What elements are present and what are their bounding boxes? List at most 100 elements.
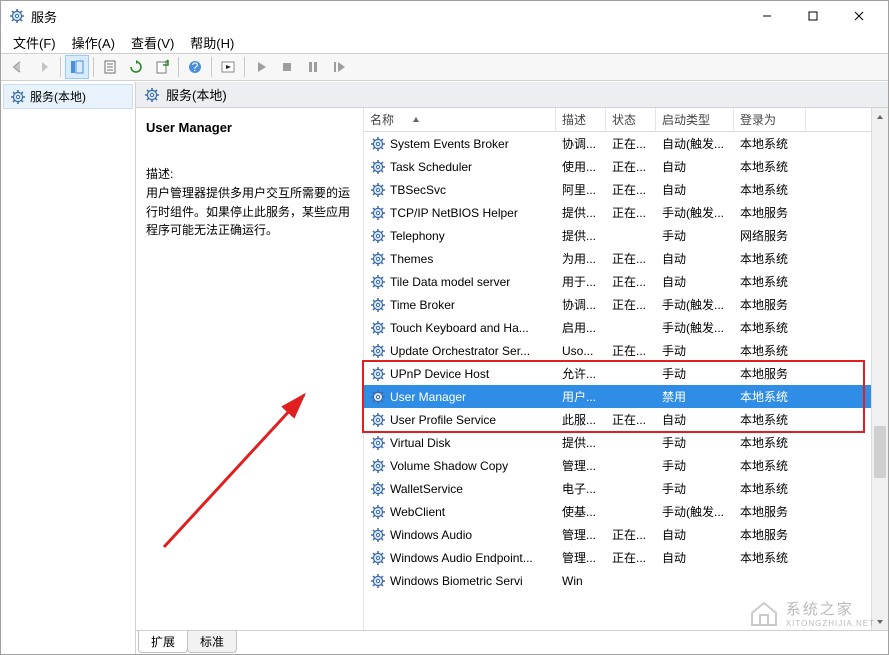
toolbar-separator xyxy=(244,57,245,77)
close-button[interactable] xyxy=(836,2,882,30)
service-status-text: 正在... xyxy=(606,158,656,175)
service-name-text: Volume Shadow Copy xyxy=(390,459,508,473)
scroll-up-button[interactable] xyxy=(872,108,888,125)
scrollbar-thumb[interactable] xyxy=(874,426,886,478)
menu-help[interactable]: 帮助(H) xyxy=(182,31,242,54)
service-startup-text: 禁用 xyxy=(656,388,734,405)
column-name[interactable]: 名称 xyxy=(364,108,556,131)
gear-icon xyxy=(370,527,386,543)
toolbar-separator xyxy=(178,57,179,77)
pause-button[interactable] xyxy=(301,55,325,79)
title-bar: 服务 xyxy=(1,1,888,31)
gear-icon xyxy=(370,297,386,313)
column-status[interactable]: 状态 xyxy=(606,108,656,131)
gear-icon xyxy=(370,182,386,198)
start-service-button[interactable] xyxy=(216,55,240,79)
service-logon-text: 本地系统 xyxy=(734,273,806,290)
service-startup-text: 自动 xyxy=(656,273,734,290)
service-name-text: TBSecSvc xyxy=(390,183,446,197)
menu-action[interactable]: 操作(A) xyxy=(64,31,123,54)
service-logon-text: 本地服务 xyxy=(734,204,806,221)
service-logon-text: 本地系统 xyxy=(734,319,806,336)
service-row[interactable]: UPnP Device Host允许...手动本地服务 xyxy=(364,362,871,385)
gear-icon xyxy=(370,159,386,175)
service-row[interactable]: Touch Keyboard and Ha...启用...手动(触发...本地系… xyxy=(364,316,871,339)
menu-file[interactable]: 文件(F) xyxy=(5,31,64,54)
list-pane-header: 服务(本地) xyxy=(136,82,888,108)
service-row[interactable]: Windows Audio Endpoint...管理...正在...自动本地系… xyxy=(364,546,871,569)
service-desc-text: 提供... xyxy=(556,204,606,221)
watermark: 系统之家 XITONGZHIJIA.NET xyxy=(748,597,875,629)
service-desc-text: 管理... xyxy=(556,457,606,474)
service-startup-text: 手动(触发... xyxy=(656,204,734,221)
service-row[interactable]: User Manager用户...禁用本地系统 xyxy=(364,385,871,408)
service-row[interactable]: System Events Broker协调...正在...自动(触发...本地… xyxy=(364,132,871,155)
service-row[interactable]: Time Broker协调...正在...手动(触发...本地服务 xyxy=(364,293,871,316)
gear-icon xyxy=(10,89,26,105)
list-pane-title: 服务(本地) xyxy=(166,85,227,104)
service-name-text: Tile Data model server xyxy=(390,275,510,289)
column-description[interactable]: 描述 xyxy=(556,108,606,131)
service-status-text: 正在... xyxy=(606,549,656,566)
service-desc-text: 电子... xyxy=(556,480,606,497)
service-startup-text: 手动(触发... xyxy=(656,319,734,336)
service-desc-text: 启用... xyxy=(556,319,606,336)
stop-button[interactable] xyxy=(275,55,299,79)
service-startup-text: 手动 xyxy=(656,480,734,497)
service-logon-text: 本地系统 xyxy=(734,135,806,152)
tab-standard[interactable]: 标准 xyxy=(187,631,237,653)
service-name-text: Virtual Disk xyxy=(390,436,450,450)
service-startup-text: 自动 xyxy=(656,549,734,566)
column-logon-as[interactable]: 登录为 xyxy=(734,108,806,131)
service-status-text: 正在... xyxy=(606,250,656,267)
service-desc-text: 协调... xyxy=(556,296,606,313)
maximize-button[interactable] xyxy=(790,2,836,30)
tree-root-services[interactable]: 服务(本地) xyxy=(3,84,133,109)
menu-view[interactable]: 查看(V) xyxy=(123,31,182,54)
service-desc-text: 用于... xyxy=(556,273,606,290)
service-startup-text: 手动 xyxy=(656,342,734,359)
tab-extended[interactable]: 扩展 xyxy=(138,631,188,653)
service-row[interactable]: TBSecSvc阿里...正在...自动本地系统 xyxy=(364,178,871,201)
toolbar-separator xyxy=(211,57,212,77)
gear-icon xyxy=(370,504,386,520)
service-desc-text: 允许... xyxy=(556,365,606,382)
service-row[interactable]: Telephony提供...手动网络服务 xyxy=(364,224,871,247)
play-button[interactable] xyxy=(249,55,273,79)
show-hide-tree-button[interactable] xyxy=(65,55,89,79)
service-row[interactable]: Themes为用...正在...自动本地系统 xyxy=(364,247,871,270)
service-name-text: System Events Broker xyxy=(390,137,509,151)
restart-button[interactable] xyxy=(327,55,351,79)
service-row[interactable]: WalletService电子...手动本地系统 xyxy=(364,477,871,500)
nav-back-button[interactable] xyxy=(6,55,30,79)
service-row[interactable]: Windows Biometric ServiWin xyxy=(364,569,871,592)
service-row[interactable]: TCP/IP NetBIOS Helper提供...正在...手动(触发...本… xyxy=(364,201,871,224)
nav-forward-button[interactable] xyxy=(32,55,56,79)
service-startup-text: 手动(触发... xyxy=(656,503,734,520)
service-logon-text: 本地系统 xyxy=(734,388,806,405)
svg-text:?: ? xyxy=(192,60,199,74)
service-row[interactable]: User Profile Service此服...正在...自动本地系统 xyxy=(364,408,871,431)
service-row[interactable]: Task Scheduler使用...正在...自动本地系统 xyxy=(364,155,871,178)
list-pane: 服务(本地) User Manager 描述: 用户管理器提供多用户交互所需要的… xyxy=(136,82,888,654)
help-button[interactable]: ? xyxy=(183,55,207,79)
selected-service-name: User Manager xyxy=(146,120,353,135)
service-name-text: Telephony xyxy=(390,229,445,243)
window-title: 服务 xyxy=(31,7,744,26)
refresh-button[interactable] xyxy=(124,55,148,79)
service-row[interactable]: Update Orchestrator Ser...Uso...正在...手动本… xyxy=(364,339,871,362)
service-row[interactable]: Tile Data model server用于...正在...自动本地系统 xyxy=(364,270,871,293)
minimize-button[interactable] xyxy=(744,2,790,30)
service-row[interactable]: Volume Shadow Copy管理...手动本地系统 xyxy=(364,454,871,477)
sort-ascending-icon xyxy=(412,116,420,124)
service-row[interactable]: Windows Audio管理...正在...自动本地服务 xyxy=(364,523,871,546)
service-startup-text: 自动 xyxy=(656,526,734,543)
vertical-scrollbar[interactable] xyxy=(871,108,888,630)
service-row[interactable]: WebClient使基...手动(触发...本地服务 xyxy=(364,500,871,523)
gear-icon xyxy=(370,320,386,336)
column-startup-type[interactable]: 启动类型 xyxy=(656,108,734,131)
export-button[interactable] xyxy=(150,55,174,79)
service-desc-text: 管理... xyxy=(556,549,606,566)
properties-button[interactable] xyxy=(98,55,122,79)
service-row[interactable]: Virtual Disk提供...手动本地系统 xyxy=(364,431,871,454)
